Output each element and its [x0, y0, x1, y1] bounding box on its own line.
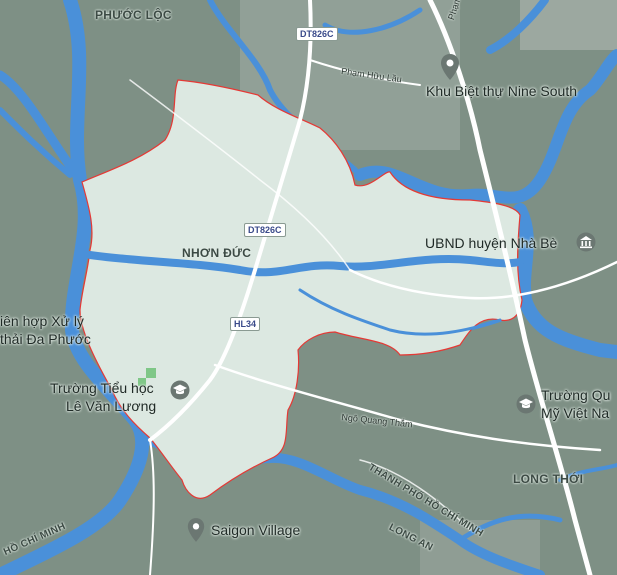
area-label-long-thoi: LONG THỚI — [513, 472, 584, 486]
poi-xu-ly-line1[interactable]: iên hợp Xử lý — [0, 312, 84, 330]
poi-truong-quoc-te-line1[interactable]: Trường Qu — [541, 386, 610, 404]
poi-truong-quoc-te-line2[interactable]: Mỹ Việt Na — [541, 404, 609, 422]
road-shield-hl34: HL34 — [230, 317, 261, 331]
map-pin-icon[interactable] — [439, 53, 461, 81]
poi-saigon-village[interactable]: Saigon Village — [211, 521, 300, 539]
school-icon[interactable] — [170, 380, 190, 400]
area-label-nhon-duc: NHƠN ĐỨC — [182, 246, 252, 260]
poi-xu-ly-line2[interactable]: thải Đa Phước — [0, 330, 91, 348]
road-shield-dt826c-mid: DT826C — [244, 223, 286, 237]
map-canvas[interactable]: PHƯỚC LỘC NHƠN ĐỨC LONG THỚI THÀNH PHỐ H… — [0, 0, 617, 575]
poi-nine-south[interactable]: Khu Biệt thự Nine South — [426, 82, 577, 100]
government-icon[interactable] — [576, 232, 596, 252]
area-label-phuoc-loc: PHƯỚC LỘC — [95, 8, 172, 22]
road-shield-dt826c-top: DT826C — [296, 27, 338, 41]
map-pin-icon[interactable] — [186, 517, 206, 543]
poi-ubnd-nha-be[interactable]: UBND huyện Nhà Bè — [425, 234, 557, 252]
school-icon[interactable] — [516, 394, 536, 414]
park-block — [146, 368, 156, 378]
poi-truong-tieu-hoc-line2[interactable]: Lê Văn Lương — [66, 397, 156, 415]
poi-truong-tieu-hoc-line1[interactable]: Trường Tiểu học — [50, 379, 154, 397]
